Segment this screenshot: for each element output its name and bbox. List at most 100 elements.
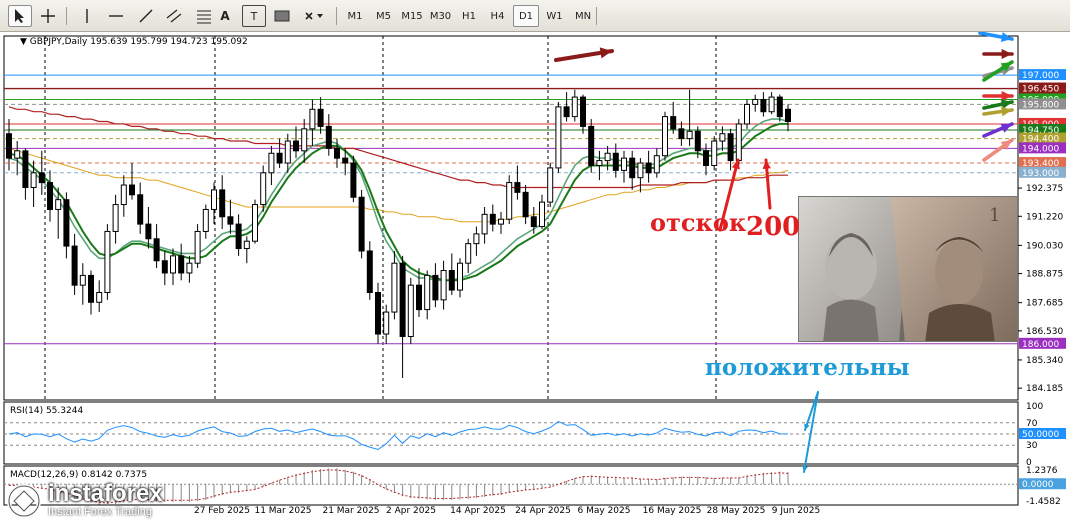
candle [744,99,750,129]
bounce-annotation: отскок [650,208,747,237]
candle-body [325,125,332,149]
candle [104,224,111,300]
candle-body [629,157,636,179]
candle-body [71,245,78,286]
candle-body [383,311,390,335]
timeframe-d1[interactable]: D1 [513,5,539,27]
candle-body [112,204,119,232]
level-label: 186.000 [1022,340,1059,350]
horizontal-line-icon[interactable] [104,5,128,27]
candle-body [612,152,619,171]
fibonacci-icon[interactable] [192,5,216,27]
candle-body [63,199,70,247]
timeframe-m1[interactable]: M1 [342,5,368,27]
x-tick-label: 14 Apr 2025 [450,506,506,516]
candle [350,155,357,203]
candle-body [563,106,570,118]
candle [711,136,718,171]
timeframe-m5[interactable]: M5 [371,5,397,27]
candle-body [760,99,767,113]
candle-body [719,133,726,142]
x-tick-label: 16 May 2025 [643,506,702,516]
candle-body [104,230,111,294]
crosshair-icon[interactable] [36,5,60,27]
candle-body [30,172,37,188]
level-label: 193.000 [1022,169,1059,179]
header-triangle-icon: ▼ [20,37,30,47]
candle-body [604,152,611,162]
timeframe-h1[interactable]: H1 [456,5,482,27]
candle-body [96,292,103,303]
ma200-annotation: 200 [746,212,801,242]
candle [588,119,595,173]
candle-body [14,150,21,159]
candle-body [301,128,308,152]
candle-body [785,108,791,123]
macd-tick-label: 0.0000 [1022,480,1054,490]
x-tick-label: 6 May 2025 [578,506,631,516]
candle-body [129,184,135,196]
candle-body [194,230,201,264]
candle-body [637,162,644,179]
x-tick-label: 9 Jun 2025 [772,506,820,516]
channel-icon[interactable] [162,5,186,27]
cursor-icon[interactable] [8,5,32,27]
vertical-line-icon[interactable] [76,5,98,27]
x-tick-label: 11 Mar 2025 [254,506,311,516]
macd-tick-label: -1.4582 [1026,497,1061,507]
rectangle-icon[interactable] [270,5,294,27]
candle-body [334,147,340,159]
candle-body [22,150,29,188]
candle-body [498,218,504,225]
candle-body [473,233,480,245]
candle-body [588,125,595,166]
trendline-icon[interactable] [134,5,158,27]
candle-body [522,191,529,218]
terminal-window: { "toolbar": { "tools": ["cursor-icon","… [0,0,1070,527]
x-tick-label: 21 Mar 2025 [322,506,379,516]
candle-body [514,182,521,193]
rsi-label: RSI(14) 55.3244 [10,406,83,416]
candle-body [768,96,775,113]
x-tick-label: 27 Feb 2025 [194,506,250,516]
timeframe-h4[interactable]: H4 [485,5,511,27]
candle-body [424,274,431,311]
timeframe-mn[interactable]: MN [570,5,596,27]
level-label: 197.000 [1022,71,1059,81]
y-tick-label: 184.185 [1026,384,1063,394]
candle-body [391,262,398,313]
candle-body [293,140,299,152]
candle-body [744,103,750,125]
candle-body [375,292,381,335]
y-tick-label: 190.030 [1026,241,1063,251]
rsi-tick-label: 30 [1026,441,1038,451]
y-tick-label: 185.340 [1026,356,1063,366]
positive-annotation: положительны [705,354,910,381]
ohlc-label: 195.639 195.799 194.723 195.092 [90,37,247,47]
candle-body [153,238,160,262]
candle-body [342,157,349,164]
text-box-icon[interactable]: T [242,5,266,27]
instaforex-logo-icon [7,483,41,518]
candle-body [350,162,357,198]
y-tick-label: 186.530 [1026,327,1063,337]
timeframe-m15[interactable]: M15 [399,5,425,27]
candle-body [752,99,759,105]
toolbar: A T M1 M5 M15 M30 H1 H4 D1 W1 MN [0,0,1070,32]
candle-body [621,157,627,171]
candle-body [416,284,422,311]
candle-body [539,201,545,228]
candle-body [202,208,209,232]
timeframe-m30[interactable]: M30 [428,5,454,27]
candle [662,111,668,161]
candle-body [481,213,488,235]
candle-body [260,172,267,206]
candle-body [571,96,578,118]
text-label-icon[interactable]: A [214,5,236,27]
timeframe-w1[interactable]: W1 [542,5,568,27]
shapes-dropdown-icon[interactable] [300,5,328,27]
candle-body [678,128,685,140]
candle-body [645,162,652,174]
candle-body [727,133,734,162]
candle-body [555,106,562,169]
